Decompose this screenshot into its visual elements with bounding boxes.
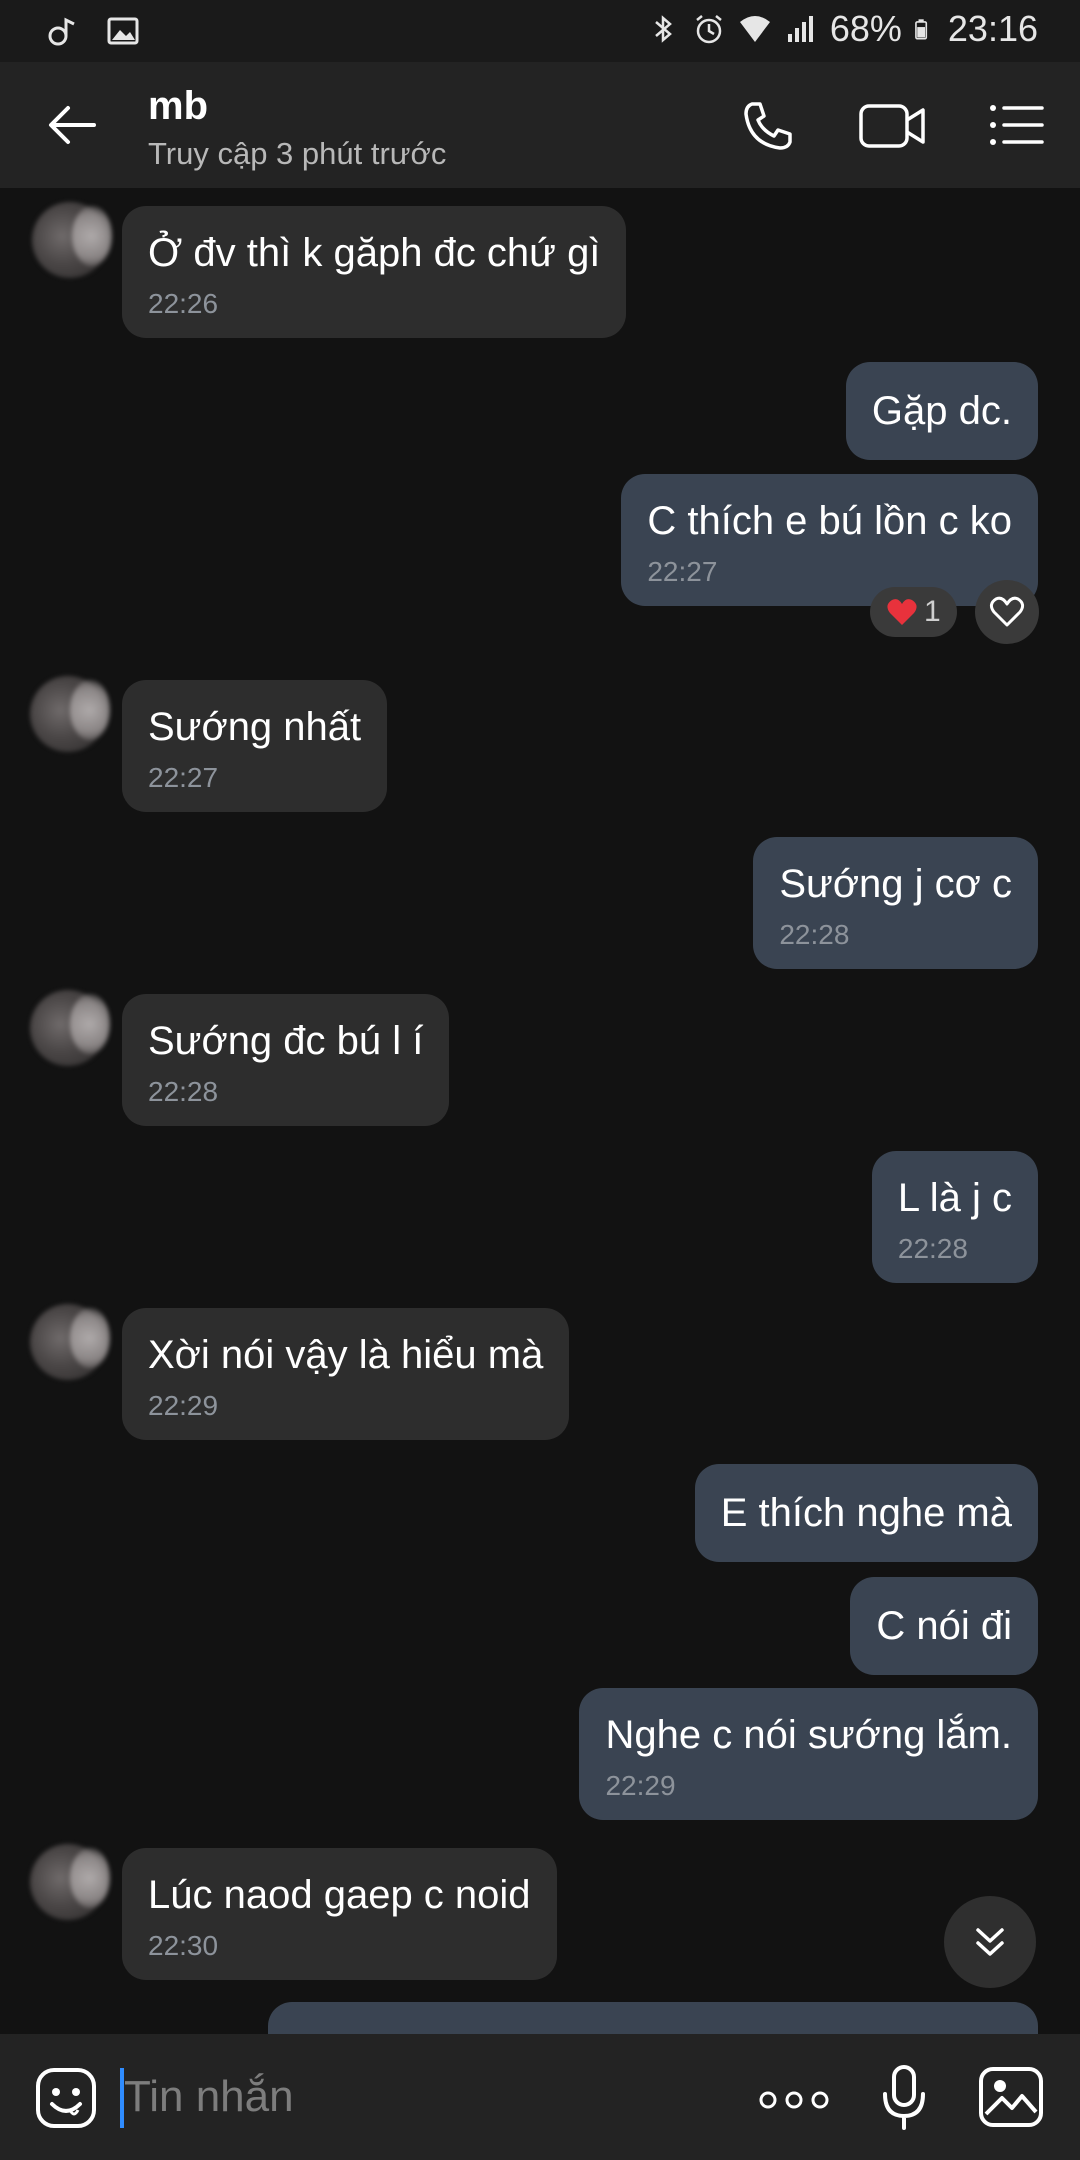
message-incoming[interactable]: Sướng đc bú l í 22:28 (122, 994, 450, 1127)
double-chevron-down-icon (976, 1928, 1004, 1956)
avatar[interactable] (30, 990, 110, 1066)
back-arrow-icon[interactable] (44, 102, 100, 148)
message-text: Xời nói vậy là hiểu mà (148, 1333, 544, 1377)
clock: 23:16 (947, 8, 1038, 49)
message-text: Nghe c nói sướng lắm. (605, 1713, 1012, 1757)
chat-header: mb Truy cập 3 phút trước (0, 62, 1080, 188)
message-time: 22:28 (779, 919, 850, 950)
message-list[interactable]: Ở đv thì k găph đc chứ gì 22:26 Gặp dc. … (0, 188, 1080, 2034)
message-incoming[interactable]: Ở đv thì k găph đc chứ gì 22:26 (122, 206, 627, 339)
message-text: Sướng j cơ c (779, 862, 1012, 906)
message-outgoing-partial[interactable] (268, 2002, 1038, 2034)
message-incoming[interactable]: Lúc naod gaep c noid 22:30 (122, 1848, 557, 1981)
message-reactions: 1 (870, 580, 1039, 644)
reaction-count: 1 (924, 595, 941, 628)
message-time: 22:30 (148, 1930, 219, 1961)
wifi-icon (739, 16, 770, 42)
bluetooth-icon (655, 15, 672, 43)
message-time: 22:27 (148, 762, 219, 793)
message-outgoing[interactable]: Nghe c nói sướng lắm. 22:29 (579, 1688, 1038, 1821)
message-incoming[interactable]: Xời nói vậy là hiểu mà 22:29 (122, 1308, 570, 1441)
message-outgoing[interactable]: Gặp dc. (845, 362, 1038, 460)
message-text: Sướng đc bú l í (148, 1019, 424, 1063)
message-text: L là j c (897, 1176, 1012, 1220)
phone-icon[interactable] (740, 98, 796, 154)
message-incoming[interactable]: Sướng nhất 22:27 (122, 680, 388, 813)
heart-icon (887, 599, 917, 625)
video-icon[interactable] (858, 100, 926, 152)
message-time: 22:29 (605, 1770, 676, 1801)
avatar[interactable] (30, 1304, 110, 1380)
message-outgoing[interactable]: Sướng j cơ c 22:28 (753, 837, 1038, 970)
message-time: 22:29 (148, 1390, 219, 1421)
avatar[interactable] (30, 1844, 110, 1920)
message-input-bar: Tin nhắn (0, 2034, 1080, 2160)
message-text: C nói đi (876, 1604, 1012, 1648)
message-time: 22:28 (148, 1076, 219, 1107)
message-time: 22:26 (148, 288, 219, 319)
gallery-icon[interactable] (978, 2066, 1044, 2128)
message-outgoing[interactable]: C nói đi (850, 1577, 1038, 1675)
message-text: Ở đv thì k găph đc chứ gì (148, 231, 601, 275)
status-bar: 68% 23:16 (0, 0, 1080, 62)
message-time: 22:28 (897, 1233, 968, 1264)
avatar[interactable] (32, 202, 112, 278)
message-text: Lúc naod gaep c noid (148, 1873, 531, 1917)
avatar[interactable] (30, 676, 110, 752)
more-icon[interactable] (758, 2090, 830, 2110)
heart-outline-icon (989, 596, 1024, 627)
reaction-count-badge[interactable]: 1 (870, 587, 957, 637)
bluetooth-music-icon (48, 17, 75, 46)
battery-percent: 68% (829, 8, 902, 49)
signal-icon (787, 16, 813, 42)
microphone-icon[interactable] (880, 2064, 928, 2132)
message-outgoing[interactable]: L là j c 22:28 (871, 1151, 1038, 1284)
sticker-icon[interactable] (34, 2066, 98, 2130)
last-seen-status: Truy cập 3 phút trước (148, 136, 447, 171)
menu-icon[interactable] (988, 102, 1044, 148)
battery-icon (915, 19, 928, 40)
contact-name[interactable]: mb (148, 84, 208, 129)
message-outgoing[interactable]: E thích nghe mà (694, 1464, 1038, 1562)
message-text: Sướng nhất (148, 705, 362, 749)
react-button[interactable] (974, 580, 1039, 644)
image-icon (107, 17, 139, 45)
message-text: Gặp dc. (871, 389, 1012, 433)
message-text: E thích nghe mà (720, 1491, 1012, 1535)
alarm-icon (696, 15, 722, 44)
message-input[interactable]: Tin nhắn (124, 2072, 294, 2122)
scroll-to-bottom-button[interactable] (944, 1896, 1036, 1988)
message-text: C thích e bú lồn c ko (647, 499, 1012, 543)
